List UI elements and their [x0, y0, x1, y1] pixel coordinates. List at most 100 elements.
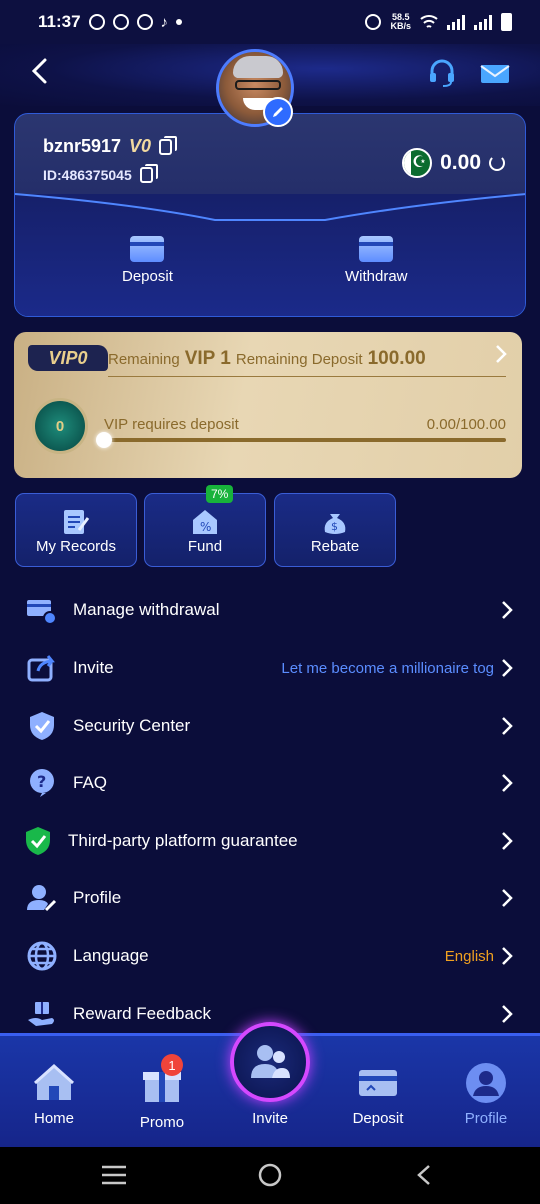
chevron-right-icon [502, 659, 513, 677]
home-circle-icon[interactable] [258, 1163, 282, 1187]
vip-divider [108, 376, 506, 377]
profile-icon [466, 1063, 506, 1103]
svg-text:$: $ [331, 520, 338, 533]
next-vip-level: VIP 1 [184, 348, 231, 369]
vip-progress-knob [96, 432, 112, 448]
fund-button[interactable]: 7% % Fund [144, 485, 266, 567]
nav-profile-label: Profile [464, 1110, 508, 1127]
chevron-right-icon [502, 832, 513, 850]
mail-icon[interactable] [480, 60, 510, 86]
language-value: English [444, 947, 494, 965]
menu-faq[interactable]: ? FAQ [0, 754, 540, 812]
gift-hand-icon [28, 1002, 54, 1026]
menu-third-party-guarantee[interactable]: Third-party platform guarantee [0, 812, 540, 870]
copy-icon[interactable] [139, 164, 158, 183]
nav-promo-label: Promo [139, 1114, 185, 1131]
username-text: bznr5917 [43, 136, 122, 156]
deposit-card-icon [130, 236, 165, 262]
deposit-button[interactable]: Deposit [122, 236, 173, 285]
nav-deposit-label: Deposit [352, 1110, 404, 1127]
status-bar: 11:37 ♪ 58.5 KB/s [0, 0, 540, 44]
chevron-right-icon[interactable] [494, 344, 508, 364]
back-icon[interactable] [26, 56, 56, 86]
nav-promo[interactable]: 1 Promo [108, 1054, 216, 1131]
nav-invite[interactable]: Invite [216, 1110, 324, 1127]
menu-label: Reward Feedback [73, 1004, 211, 1023]
vip-remaining: Remaining VIP 1 Remaining Deposit 100.00 [108, 348, 426, 370]
menu-invite[interactable]: Invite Let me become a millionaire tog [0, 639, 540, 697]
signal-icon [447, 14, 465, 30]
nav-invite-label: Invite [252, 1110, 288, 1127]
back-triangle-icon[interactable] [416, 1164, 432, 1186]
menu-manage-withdrawal[interactable]: Manage withdrawal [0, 581, 540, 639]
headset-icon[interactable] [427, 58, 457, 88]
vip-level-mark: V0 [129, 136, 152, 156]
users-icon [251, 1045, 290, 1078]
vip-medal-level: 0 [55, 417, 65, 435]
chevron-right-icon [502, 889, 513, 907]
clock: 11:37 [38, 12, 81, 31]
chevron-right-icon [502, 774, 513, 792]
menu-label: Invite [73, 658, 114, 677]
refresh-icon[interactable] [489, 155, 505, 171]
chevron-right-icon [502, 717, 513, 735]
notification-dot-icon [176, 19, 183, 25]
withdraw-card-icon [359, 236, 394, 262]
rebate-button[interactable]: $ Rebate [274, 493, 396, 567]
system-navigation-bar [0, 1147, 540, 1204]
network-speed-unit: KB/s [390, 21, 411, 31]
chevron-right-icon [502, 601, 513, 619]
vip-card[interactable]: VIP0 Remaining VIP 1 Remaining Deposit 1… [14, 332, 522, 478]
recent-apps-icon[interactable] [101, 1165, 127, 1185]
menu-label: Language [73, 946, 149, 965]
remaining-label: Remaining [108, 351, 180, 368]
card-settings-icon [27, 600, 57, 625]
tiktok-icon: ♪ [160, 13, 169, 31]
home-icon [33, 1063, 75, 1100]
facebook-icon [112, 14, 129, 30]
menu-label: Profile [73, 888, 122, 907]
my-records-button[interactable]: My Records [15, 493, 137, 567]
share-icon [27, 655, 55, 682]
nav-home[interactable]: Home [0, 1062, 108, 1127]
menu-profile[interactable]: Profile [0, 869, 540, 927]
nav-invite-button[interactable] [230, 1022, 310, 1102]
nav-deposit[interactable]: Deposit [324, 1062, 432, 1127]
nav-home-label: Home [33, 1110, 74, 1127]
whatsapp-icon [88, 14, 105, 30]
fund-icon: % [193, 510, 217, 534]
vip-medal-icon: 0 [32, 398, 88, 454]
balance-value: 0.00 [440, 151, 481, 174]
promo-count-badge: 1 [161, 1054, 183, 1076]
edit-avatar-icon[interactable] [263, 97, 293, 127]
fund-rate-badge: 7% [206, 485, 234, 503]
invite-slogan: Let me become a millionaire tog [281, 659, 494, 677]
menu-language[interactable]: Language English [0, 927, 540, 985]
globe-icon [27, 941, 57, 971]
copy-icon[interactable] [159, 135, 178, 155]
money-bag-icon: $ [324, 514, 346, 534]
menu-label: Manage withdrawal [73, 600, 220, 619]
records-icon [64, 510, 90, 534]
chevron-right-icon [502, 1005, 513, 1023]
network-speed: 58.5 KB/s [390, 13, 411, 31]
vip-progress-text: 0.00/100.00 [426, 416, 506, 433]
withdraw-button[interactable]: Withdraw [345, 236, 408, 285]
user-edit-icon [27, 885, 57, 912]
card-divider-curve [15, 193, 525, 221]
withdraw-label: Withdraw [345, 268, 408, 285]
menu-security-center[interactable]: Security Center [0, 697, 540, 755]
shield-icon [30, 712, 54, 740]
menu-label: FAQ [73, 773, 108, 792]
verified-shield-icon [26, 827, 50, 855]
deposit-label: Deposit [122, 268, 173, 285]
user-id: ID:486375045 [43, 164, 158, 183]
my-records-label: My Records [35, 538, 117, 555]
rebate-label: Rebate [310, 538, 360, 555]
user-card: bznr5917 V0 ID:486375045 0.00 Deposit Wi… [14, 113, 526, 317]
pakistan-flag-icon [402, 148, 433, 178]
chevron-right-icon [502, 947, 513, 965]
nav-profile[interactable]: Profile [432, 1062, 540, 1127]
wifi-icon [420, 15, 438, 28]
question-icon: ? [30, 769, 54, 797]
